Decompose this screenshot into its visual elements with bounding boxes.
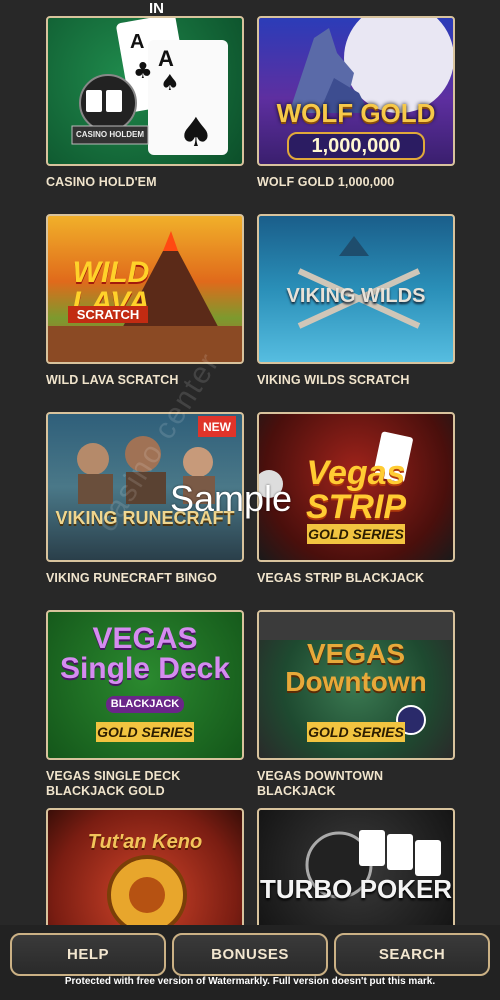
game-thumbnail[interactable]: NEW VIKING RUNECRAFT bbox=[46, 412, 244, 562]
svg-text:A: A bbox=[130, 31, 144, 53]
game-tile-wolf-gold[interactable]: WOLF GOLD 1,000,000 WOLF GOLD 1,000,000 bbox=[257, 16, 455, 190]
game-art-title: VIKING RUNECRAFT bbox=[55, 508, 235, 528]
search-button[interactable]: SEARCH bbox=[334, 933, 490, 976]
svg-text:♠: ♠ bbox=[160, 71, 180, 96]
game-tile-wild-lava[interactable]: WILD LAVA SCRATCH WILD LAVA SCRATCH bbox=[46, 214, 244, 388]
game-art-subtitle: GOLD SERIES bbox=[307, 722, 405, 742]
game-tile-viking-runecraft[interactable]: NEW VIKING RUNECRAFT VIKING RUNECRAFT BI… bbox=[46, 412, 244, 586]
game-art-title: TURBO POKER bbox=[259, 874, 453, 904]
game-art-middle: BLACKJACK bbox=[106, 696, 184, 713]
game-title[interactable]: VIKING WILDS SCRATCH bbox=[257, 373, 455, 388]
game-thumbnail[interactable]: VEGAS Downtown GOLD SERIES bbox=[257, 610, 455, 760]
svg-text:A: A bbox=[158, 46, 174, 71]
game-art-title: Vegas STRIP bbox=[305, 454, 407, 526]
game-title[interactable]: VEGAS SINGLE DECK BLACKJACK GOLD bbox=[46, 769, 244, 799]
game-art-subtitle: SCRATCH bbox=[68, 306, 148, 323]
game-art-subtitle: 1,000,000 bbox=[287, 132, 425, 160]
bottom-nav-bar: HELP BONUSES SEARCH Protected with free … bbox=[0, 925, 500, 1000]
bonuses-button[interactable]: BONUSES bbox=[172, 933, 328, 976]
game-title[interactable]: VEGAS DOWNTOWN BLACKJACK bbox=[257, 769, 455, 799]
game-tile-vegas-strip[interactable]: Vegas STRIP GOLD SERIES VEGAS STRIP BLAC… bbox=[257, 412, 455, 586]
svg-text:♣: ♣ bbox=[133, 59, 153, 84]
game-art-title: CASINO HOLDEM bbox=[76, 130, 144, 139]
game-art-title: VEGAS Downtown bbox=[285, 638, 427, 697]
game-art-subtitle: GOLD SERIES bbox=[96, 722, 194, 742]
game-title[interactable]: CASINO HOLD'EM bbox=[46, 175, 244, 190]
new-badge: NEW bbox=[198, 416, 236, 437]
game-title[interactable]: WILD LAVA SCRATCH bbox=[46, 373, 244, 388]
game-tile-vegas-downtown[interactable]: VEGAS Downtown GOLD SERIES VEGAS DOWNTOW… bbox=[257, 610, 455, 799]
game-tile-casino-holdem[interactable]: A A ♣ ♠ ♠ CASINO HOLDEM CASINO HOLD'EM bbox=[46, 16, 244, 190]
game-title[interactable]: WOLF GOLD 1,000,000 bbox=[257, 175, 455, 190]
playing-cards-icon: A A ♣ ♠ ♠ bbox=[71, 18, 228, 156]
game-art-subtitle: GOLD SERIES bbox=[307, 524, 405, 544]
game-thumbnail[interactable]: WILD LAVA SCRATCH bbox=[46, 214, 244, 364]
game-thumbnail[interactable]: WOLF GOLD 1,000,000 bbox=[257, 16, 455, 166]
game-art-title: Tut'an Keno bbox=[87, 831, 203, 853]
game-thumbnail[interactable]: Vegas STRIP GOLD SERIES bbox=[257, 412, 455, 562]
svg-text:♠: ♠ bbox=[178, 110, 214, 156]
game-tile-vegas-single-deck[interactable]: VEGAS Single Deck BLACKJACK GOLD SERIES … bbox=[46, 610, 244, 799]
game-art-title: VEGAS Single Deck bbox=[59, 622, 231, 685]
game-thumbnail[interactable]: VIKING WILDS bbox=[257, 214, 455, 364]
game-thumbnail[interactable]: VEGAS Single Deck BLACKJACK GOLD SERIES bbox=[46, 610, 244, 760]
game-tile-viking-wilds[interactable]: VIKING WILDS VIKING WILDS SCRATCH bbox=[257, 214, 455, 388]
top-label: IN bbox=[149, 0, 164, 17]
game-art-title: VIKING WILDS bbox=[286, 285, 426, 307]
game-thumbnail[interactable]: A A ♣ ♠ ♠ CASINO HOLDEM bbox=[46, 16, 244, 166]
game-art-title: WOLF GOLD bbox=[276, 98, 436, 128]
game-title[interactable]: VEGAS STRIP BLACKJACK bbox=[257, 571, 455, 586]
help-button[interactable]: HELP bbox=[10, 933, 166, 976]
watermark-notice: Protected with free version of Watermark… bbox=[64, 976, 436, 987]
game-title[interactable]: VIKING RUNECRAFT BINGO bbox=[46, 571, 244, 586]
